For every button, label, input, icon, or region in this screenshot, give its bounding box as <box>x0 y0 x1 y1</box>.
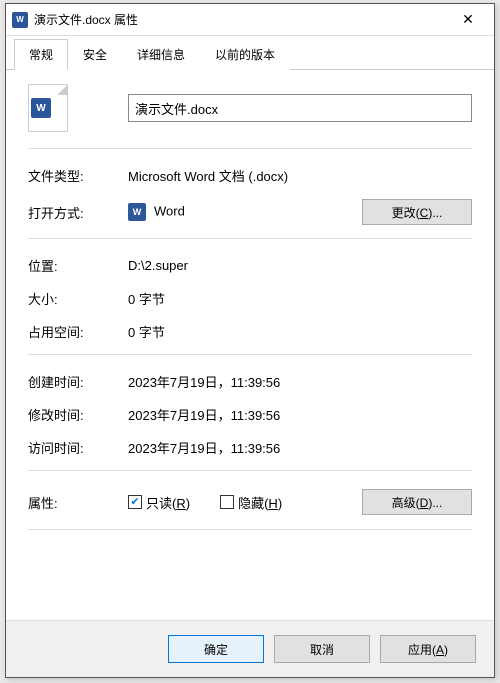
label-sizeondisk: 占用空间: <box>28 322 128 341</box>
word-badge-icon: W <box>31 98 51 118</box>
tab-details[interactable]: 详细信息 <box>122 39 200 70</box>
dialog-footer: 确定 取消 应用(A) <box>6 620 494 677</box>
row-size: 大小: 0 字节 <box>28 282 472 315</box>
label-location: 位置: <box>28 256 128 275</box>
word-doc-icon: W <box>12 12 28 28</box>
value-openwith: W Word <box>128 203 362 221</box>
label-openwith: 打开方式: <box>28 203 128 222</box>
row-created: 创建时间: 2023年7月19日，11:39:56 <box>28 365 472 398</box>
value-location: D:\2.super <box>128 258 472 273</box>
tab-content-general: W 文件类型: Microsoft Word 文档 (.docx) 打开方式: … <box>6 70 494 620</box>
cancel-button[interactable]: 取消 <box>274 635 370 663</box>
titlebar: W 演示文件.docx 属性 ✕ <box>6 4 494 36</box>
change-button[interactable]: 更改(C)... <box>362 199 472 225</box>
value-filetype: Microsoft Word 文档 (.docx) <box>128 166 472 185</box>
row-filetype: 文件类型: Microsoft Word 文档 (.docx) <box>28 159 472 192</box>
value-size: 0 字节 <box>128 289 472 308</box>
hidden-label: 隐藏(H) <box>238 493 282 512</box>
label-modified: 修改时间: <box>28 405 128 424</box>
label-size: 大小: <box>28 289 128 308</box>
advanced-button[interactable]: 高级(D)... <box>362 489 472 515</box>
tab-general[interactable]: 常规 <box>14 39 68 70</box>
readonly-label: 只读(R) <box>146 493 190 512</box>
value-created: 2023年7月19日，11:39:56 <box>128 372 472 391</box>
separator <box>28 354 472 355</box>
value-sizeondisk: 0 字节 <box>128 322 472 341</box>
label-filetype: 文件类型: <box>28 166 128 185</box>
value-accessed: 2023年7月19日，11:39:56 <box>128 438 472 457</box>
ok-button[interactable]: 确定 <box>168 635 264 663</box>
file-header-row: W <box>28 84 472 132</box>
row-attributes: 属性: 只读(R) 隐藏(H) 高级(D)... <box>28 481 472 523</box>
value-modified: 2023年7月19日，11:39:56 <box>128 405 472 424</box>
filename-input[interactable] <box>128 94 472 122</box>
row-location: 位置: D:\2.super <box>28 249 472 282</box>
tab-previous-versions[interactable]: 以前的版本 <box>200 39 290 70</box>
separator <box>28 238 472 239</box>
row-sizeondisk: 占用空间: 0 字节 <box>28 315 472 348</box>
row-accessed: 访问时间: 2023年7月19日，11:39:56 <box>28 431 472 464</box>
document-icon: W <box>28 84 68 132</box>
word-app-icon: W <box>128 203 146 221</box>
row-openwith: 打开方式: W Word 更改(C)... <box>28 192 472 232</box>
apply-button[interactable]: 应用(A) <box>380 635 476 663</box>
close-button[interactable]: ✕ <box>448 6 488 34</box>
openwith-app-name: Word <box>154 203 185 218</box>
hidden-checkbox[interactable]: 隐藏(H) <box>220 493 282 512</box>
window-title: 演示文件.docx 属性 <box>34 11 448 28</box>
label-created: 创建时间: <box>28 372 128 391</box>
separator <box>28 470 472 471</box>
separator <box>28 529 472 530</box>
separator <box>28 148 472 149</box>
row-modified: 修改时间: 2023年7月19日，11:39:56 <box>28 398 472 431</box>
properties-dialog: W 演示文件.docx 属性 ✕ 常规 安全 详细信息 以前的版本 W 文件类型… <box>5 3 495 678</box>
label-accessed: 访问时间: <box>28 438 128 457</box>
readonly-checkbox[interactable]: 只读(R) <box>128 493 190 512</box>
tab-security[interactable]: 安全 <box>68 39 122 70</box>
label-attributes: 属性: <box>28 493 128 512</box>
checkbox-icon <box>128 495 142 509</box>
checkbox-icon <box>220 495 234 509</box>
tab-strip: 常规 安全 详细信息 以前的版本 <box>6 36 494 70</box>
